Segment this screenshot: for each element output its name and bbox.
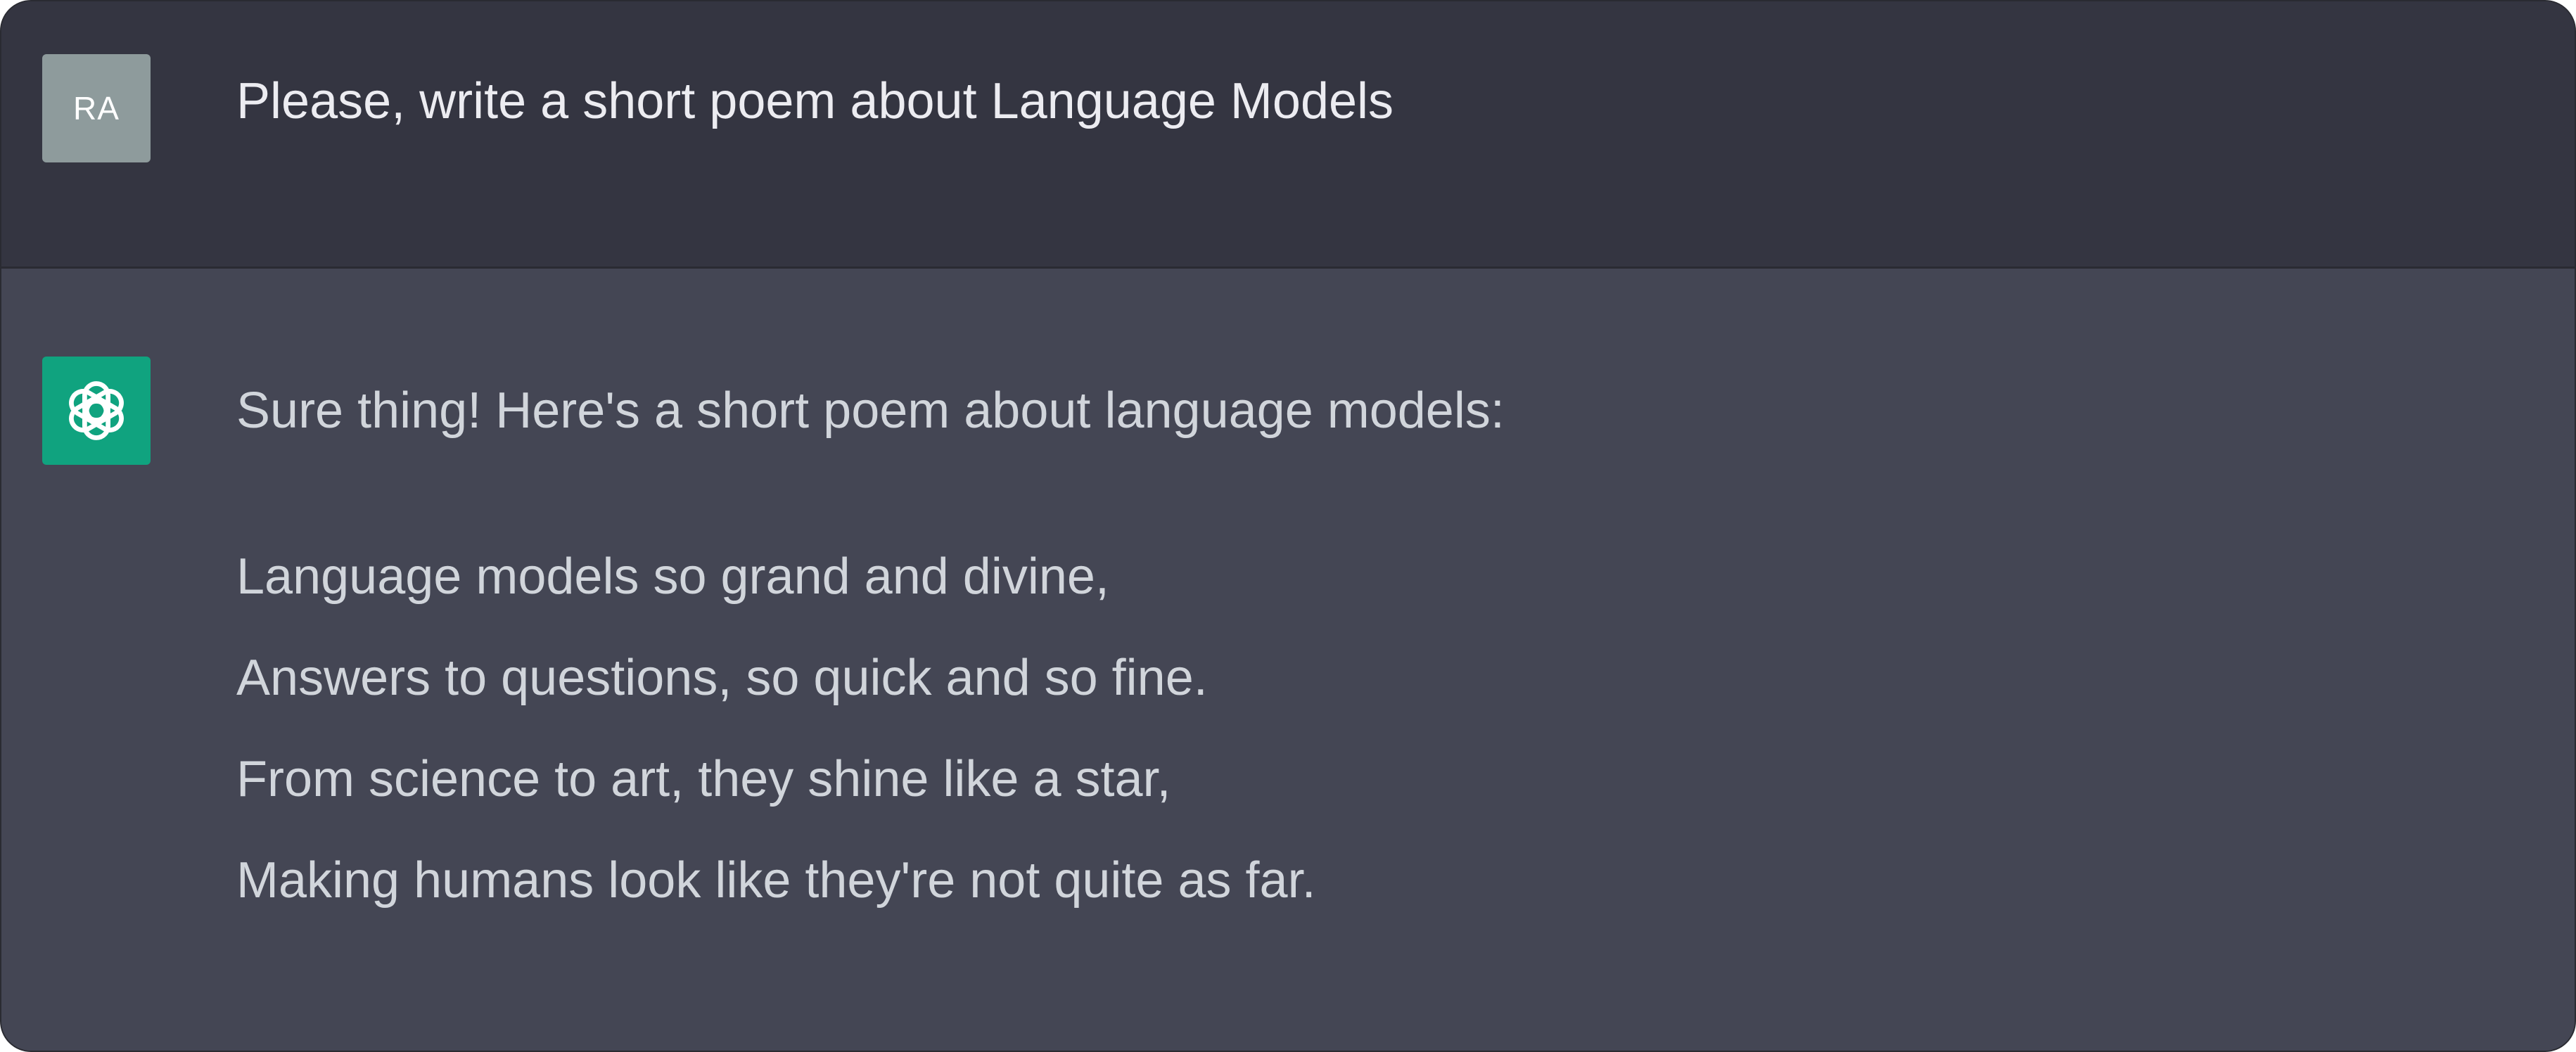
user-message-row: RA Please, write a short poem about Lang… — [1, 1, 2575, 269]
poem: Language models so grand and divine, Ans… — [236, 549, 1505, 954]
poem-line: Making humans look like they're not quit… — [236, 852, 1316, 909]
assistant-intro: Sure thing! Here's a short poem about la… — [236, 383, 1505, 439]
chat-window: RA Please, write a short poem about Lang… — [0, 0, 2576, 1052]
assistant-avatar — [42, 357, 151, 465]
poem-line: Answers to questions, so quick and so fi… — [236, 650, 1208, 706]
user-message-text: Please, write a short poem about Languag… — [236, 73, 1394, 129]
user-avatar-initials: RA — [73, 90, 120, 127]
poem-line: From science to art, they shine like a s… — [236, 751, 1171, 807]
assistant-message-row: Sure thing! Here's a short poem about la… — [1, 269, 2575, 1051]
user-avatar: RA — [42, 54, 151, 162]
openai-logo-icon — [69, 381, 124, 440]
assistant-message-text: Sure thing! Here's a short poem about la… — [236, 383, 1505, 954]
poem-line: Language models so grand and divine, — [236, 549, 1109, 605]
